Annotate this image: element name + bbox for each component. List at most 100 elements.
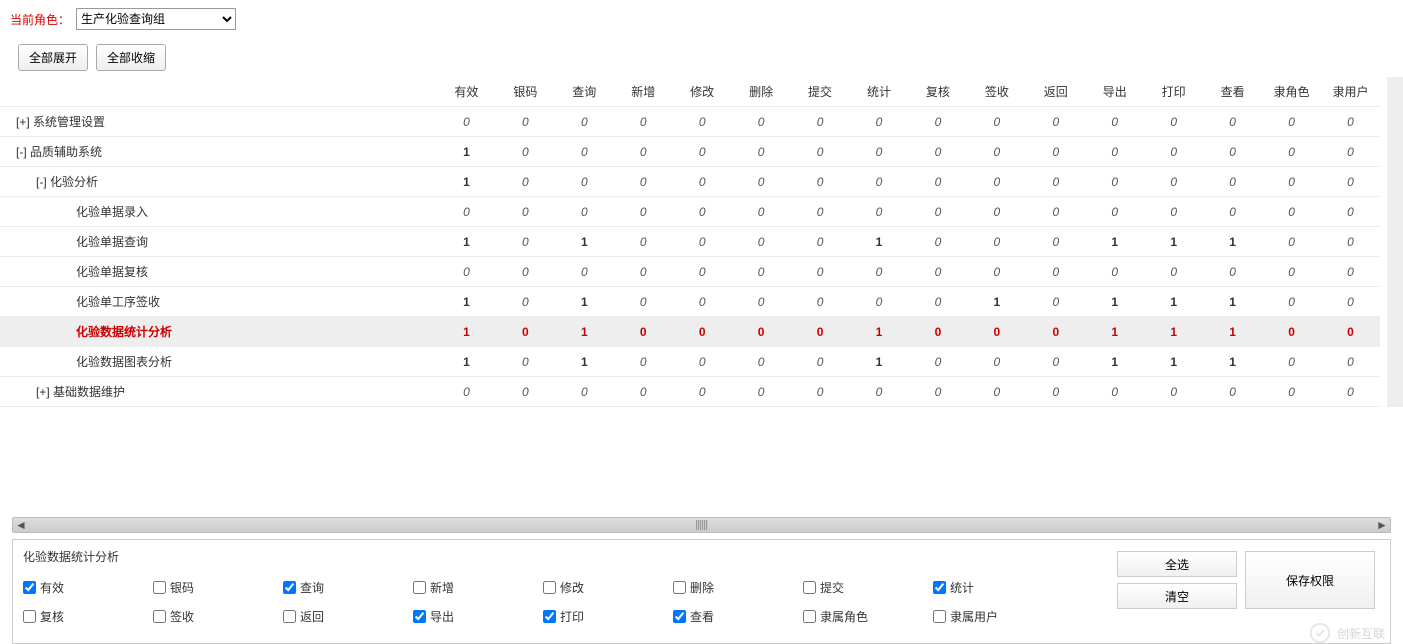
perm-cell: 0 (791, 227, 850, 257)
perm-checkbox-查看[interactable]: 查看 (673, 608, 803, 625)
vertical-scrollbar[interactable] (1387, 77, 1403, 407)
perm-cell: 0 (673, 197, 732, 227)
perm-cell: 0 (1026, 317, 1085, 347)
permission-edit-panel: 化验数据统计分析 有效银码查询新增修改删除提交统计复核签收返回导出打印查看隶属角… (12, 539, 1391, 644)
perm-cell: 0 (908, 347, 967, 377)
save-button[interactable]: 保存权限 (1245, 551, 1375, 609)
perm-checkbox-复核[interactable]: 复核 (23, 608, 153, 625)
checkbox-input[interactable] (543, 581, 556, 594)
perm-checkbox-查询[interactable]: 查询 (283, 579, 413, 596)
tree-toggle-icon[interactable]: [-] (36, 175, 47, 189)
perm-cell: 0 (1262, 167, 1321, 197)
checkbox-input[interactable] (283, 610, 296, 623)
scroll-grip-icon[interactable] (696, 520, 708, 530)
perm-cell: 0 (614, 167, 673, 197)
perm-cell: 0 (614, 377, 673, 407)
tree-toggle-icon[interactable]: [+] (16, 115, 30, 129)
checkbox-input[interactable] (413, 610, 426, 623)
expand-all-button[interactable]: 全部展开 (18, 44, 88, 71)
perm-cell: 0 (1203, 377, 1262, 407)
checkbox-label: 返回 (300, 608, 324, 625)
perm-checkbox-提交[interactable]: 提交 (803, 579, 933, 596)
tree-node-label[interactable]: 基础数据维护 (53, 385, 125, 399)
perm-cell: 0 (1026, 347, 1085, 377)
perm-cell: 0 (555, 197, 614, 227)
perm-checkbox-银码[interactable]: 银码 (153, 579, 283, 596)
perm-cell: 0 (1262, 197, 1321, 227)
perm-cell: 1 (1085, 317, 1144, 347)
tree-toggle-icon[interactable]: [-] (16, 145, 27, 159)
checkbox-input[interactable] (803, 610, 816, 623)
perm-cell: 0 (1262, 317, 1321, 347)
checkbox-input[interactable] (673, 581, 686, 594)
tree-node-label[interactable]: 化验单据复核 (76, 265, 148, 279)
tree-toggle-icon[interactable]: [+] (36, 385, 50, 399)
tree-node-label[interactable]: 系统管理设置 (33, 115, 105, 129)
perm-cell: 0 (1321, 107, 1380, 137)
perm-cell: 0 (967, 317, 1026, 347)
clear-button[interactable]: 清空 (1117, 583, 1237, 609)
perm-checkbox-签收[interactable]: 签收 (153, 608, 283, 625)
perm-checkbox-隶属用户[interactable]: 隶属用户 (933, 608, 1063, 625)
perm-checkbox-删除[interactable]: 删除 (673, 579, 803, 596)
checkbox-input[interactable] (283, 581, 296, 594)
perm-cell: 0 (850, 287, 909, 317)
perm-cell: 0 (496, 227, 555, 257)
select-all-button[interactable]: 全选 (1117, 551, 1237, 577)
tree-node-label[interactable]: 化验单工序签收 (76, 295, 160, 309)
checkbox-input[interactable] (23, 610, 36, 623)
tree-node-label[interactable]: 品质辅助系统 (30, 145, 102, 159)
perm-cell: 0 (1262, 137, 1321, 167)
collapse-all-button[interactable]: 全部收缩 (96, 44, 166, 71)
perm-cell: 1 (437, 167, 496, 197)
perm-cell: 0 (908, 167, 967, 197)
checkbox-input[interactable] (413, 581, 426, 594)
perm-cell: 1 (1203, 317, 1262, 347)
tree-node-label[interactable]: 化验分析 (50, 175, 98, 189)
checkbox-label: 隶属角色 (820, 608, 868, 625)
perm-cell: 0 (555, 107, 614, 137)
checkbox-input[interactable] (933, 610, 946, 623)
perm-cell: 0 (908, 197, 967, 227)
perm-cell: 1 (555, 347, 614, 377)
perm-cell: 0 (614, 197, 673, 227)
perm-cell: 0 (1321, 347, 1380, 377)
perm-checkbox-有效[interactable]: 有效 (23, 579, 153, 596)
tree-node-label[interactable]: 化验数据图表分析 (76, 355, 172, 369)
column-header: 提交 (791, 77, 850, 107)
perm-cell: 0 (1144, 197, 1203, 227)
perm-cell: 0 (850, 377, 909, 407)
perm-cell: 1 (437, 227, 496, 257)
horizontal-scrollbar[interactable]: ◄ ► (12, 517, 1391, 533)
perm-cell: 0 (673, 287, 732, 317)
perm-cell: 0 (1026, 377, 1085, 407)
checkbox-input[interactable] (803, 581, 816, 594)
scroll-right-icon[interactable]: ► (1374, 518, 1390, 532)
perm-checkbox-修改[interactable]: 修改 (543, 579, 673, 596)
tree-node-label[interactable]: 化验单据查询 (76, 235, 148, 249)
perm-cell: 0 (614, 227, 673, 257)
checkbox-input[interactable] (673, 610, 686, 623)
perm-checkbox-隶属角色[interactable]: 隶属角色 (803, 608, 933, 625)
role-select[interactable]: 生产化验查询组 (76, 8, 236, 30)
column-header: 导出 (1085, 77, 1144, 107)
perm-checkbox-返回[interactable]: 返回 (283, 608, 413, 625)
checkbox-input[interactable] (153, 581, 166, 594)
tree-node-label[interactable]: 化验单据录入 (76, 205, 148, 219)
perm-cell: 0 (791, 317, 850, 347)
checkbox-label: 打印 (560, 608, 584, 625)
perm-checkbox-导出[interactable]: 导出 (413, 608, 543, 625)
checkbox-input[interactable] (543, 610, 556, 623)
column-header: 删除 (732, 77, 791, 107)
perm-checkbox-新增[interactable]: 新增 (413, 579, 543, 596)
scroll-left-icon[interactable]: ◄ (13, 518, 29, 532)
checkbox-input[interactable] (153, 610, 166, 623)
perm-cell: 0 (732, 227, 791, 257)
checkbox-input[interactable] (933, 581, 946, 594)
perm-checkbox-打印[interactable]: 打印 (543, 608, 673, 625)
perm-checkbox-统计[interactable]: 统计 (933, 579, 1063, 596)
tree-node-label[interactable]: 化验数据统计分析 (76, 325, 172, 339)
checkbox-input[interactable] (23, 581, 36, 594)
perm-cell: 0 (1262, 347, 1321, 377)
perm-cell: 1 (1085, 287, 1144, 317)
